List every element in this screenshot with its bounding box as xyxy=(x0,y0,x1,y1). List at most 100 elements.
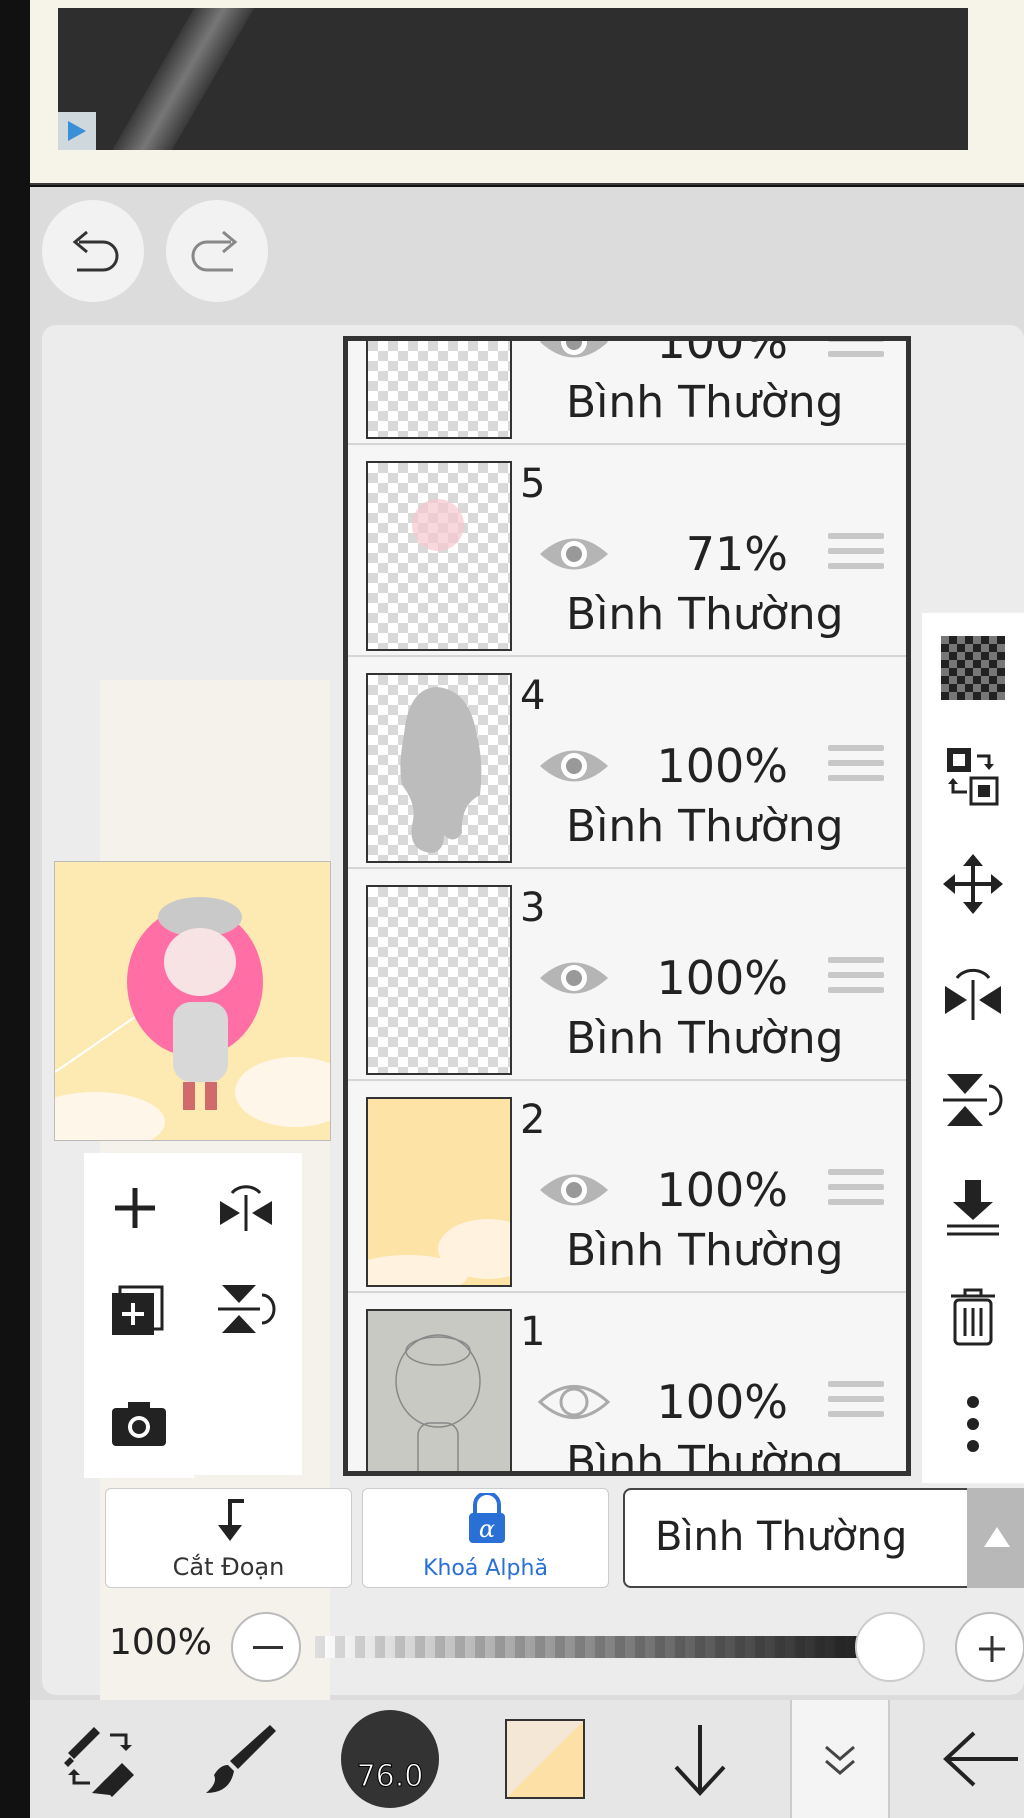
layer-opacity: 71% xyxy=(685,527,788,581)
layer-number: 2 xyxy=(520,1097,546,1143)
blend-mode-select[interactable]: Bình Thường xyxy=(623,1488,973,1588)
layer-drag-handle[interactable] xyxy=(828,1169,884,1214)
layer-row[interactable]: 5 71% Bình Thường xyxy=(348,447,906,657)
more-vertical-icon xyxy=(967,1396,979,1452)
brush-tool-button[interactable] xyxy=(190,1700,290,1818)
alpha-lock-icon: α xyxy=(469,1493,505,1543)
layer-thumbnail xyxy=(366,341,512,439)
layer-number: 4 xyxy=(520,673,546,719)
opacity-slider[interactable] xyxy=(315,1636,905,1658)
swap-layer-button[interactable] xyxy=(922,731,1024,821)
camera-icon xyxy=(112,1402,166,1446)
opacity-decrease-button[interactable] xyxy=(231,1612,301,1682)
flip-vertical-icon xyxy=(218,1285,276,1333)
arrow-down-icon xyxy=(674,1725,726,1796)
merge-down-button[interactable] xyxy=(922,1163,1024,1253)
ad-banner[interactable] xyxy=(58,8,968,150)
brush-icon xyxy=(206,1725,276,1793)
layer-opacity: 100% xyxy=(656,1163,788,1217)
preview-artwork xyxy=(55,862,330,1140)
undo-button[interactable] xyxy=(42,200,144,302)
layer-drag-handle[interactable] xyxy=(828,1381,884,1426)
layer-opacity: 100% xyxy=(656,1375,788,1429)
eye-icon[interactable] xyxy=(536,1163,612,1217)
redo-button[interactable] xyxy=(166,200,268,302)
collapse-panel-button[interactable] xyxy=(790,1700,890,1818)
clipping-button[interactable]: Cắt Đoạn xyxy=(105,1488,352,1588)
tool-swap-button[interactable] xyxy=(50,1700,150,1818)
transparent-fill-button[interactable] xyxy=(922,623,1024,713)
eye-icon[interactable] xyxy=(536,739,612,793)
eye-icon[interactable] xyxy=(536,336,612,369)
layer-number: 5 xyxy=(520,461,546,507)
flip-horizontal-layer-button[interactable] xyxy=(922,947,1024,1037)
opacity-slider-thumb[interactable] xyxy=(855,1612,925,1682)
layer-1-sketch xyxy=(395,1334,481,1471)
opacity-increase-button[interactable] xyxy=(955,1612,1024,1682)
eye-icon[interactable] xyxy=(536,527,612,581)
layer-drag-handle[interactable] xyxy=(828,341,884,366)
flip-horizontal-icon xyxy=(220,1185,272,1231)
eye-hidden-icon[interactable] xyxy=(536,1375,612,1429)
color-picker-button[interactable] xyxy=(495,1700,595,1818)
flip-vertical-icon xyxy=(943,1074,1003,1126)
layer-blend-mode: Bình Thường xyxy=(566,1225,844,1276)
layer-drag-handle[interactable] xyxy=(828,957,884,1002)
opacity-track xyxy=(315,1636,905,1658)
undo-icon xyxy=(72,230,119,272)
brush-size-value: 76.0 xyxy=(356,1759,424,1795)
layer-blend-mode: Bình Thường xyxy=(566,589,844,640)
camera-button[interactable] xyxy=(110,1398,168,1452)
layer-row[interactable]: 2 100% Bình Thường xyxy=(348,1083,906,1295)
clipping-label: Cắt Đoạn xyxy=(172,1553,285,1581)
opacity-value: 100% xyxy=(109,1622,212,1663)
double-chevron-down-icon xyxy=(825,1745,855,1775)
blend-mode-dropdown-button[interactable] xyxy=(967,1488,1024,1588)
layer-row[interactable]: 4 100% Bình Thường xyxy=(348,659,906,869)
clip-arrow-icon xyxy=(218,1499,244,1541)
arrow-left-icon xyxy=(942,1731,1018,1787)
layer-5-content xyxy=(412,499,464,551)
redo-icon xyxy=(191,230,238,272)
flip-vertical-layer-button[interactable] xyxy=(922,1055,1024,1145)
layer-blend-mode: Bình Thường xyxy=(566,801,844,852)
layer-row[interactable]: 100% Bình Thường xyxy=(348,336,906,445)
layer-blend-mode: Bình Thường xyxy=(566,377,844,428)
add-layer-copy-button[interactable] xyxy=(110,1283,166,1343)
back-button[interactable] xyxy=(935,1700,1024,1818)
add-layer-button[interactable] xyxy=(110,1183,160,1237)
eye-icon[interactable] xyxy=(536,951,612,1005)
move-button[interactable] xyxy=(922,839,1024,929)
main-toolbar: 76.0 xyxy=(30,1700,1024,1818)
layer-thumbnail xyxy=(366,885,512,1075)
plus-icon xyxy=(115,1188,155,1228)
opacity-row: 100% xyxy=(105,1600,1024,1686)
alpha-lock-button[interactable]: α Khoá Alphă xyxy=(362,1488,609,1588)
layer-thumbnail xyxy=(348,1097,538,1295)
layer-list[interactable]: 100% Bình Thường 5 71% Bình Thường 4 100… xyxy=(343,336,911,1476)
layer-thumbnail xyxy=(366,461,512,651)
brush-size-button[interactable]: 76.0 xyxy=(340,1700,440,1818)
flip-vertical-button[interactable] xyxy=(216,1279,276,1343)
layer-row[interactable]: 3 100% Bình Thường xyxy=(348,871,906,1081)
swap-layers-icon xyxy=(947,748,999,806)
more-options-button[interactable] xyxy=(922,1379,1024,1469)
trash-icon xyxy=(951,1288,995,1346)
layer-drag-handle[interactable] xyxy=(828,533,884,578)
ad-shine xyxy=(90,8,266,150)
canvas-preview[interactable] xyxy=(54,861,331,1141)
layer-number: 1 xyxy=(520,1309,546,1355)
layer-down-button[interactable] xyxy=(650,1700,750,1818)
ad-choices-icon[interactable] xyxy=(58,112,96,150)
flip-horizontal-button[interactable] xyxy=(216,1179,276,1239)
layer-thumbnail xyxy=(366,1309,512,1471)
layer-drag-handle[interactable] xyxy=(828,745,884,790)
blend-mode-value: Bình Thường xyxy=(655,1514,908,1560)
layer-opacity: 100% xyxy=(656,739,788,793)
minus-icon xyxy=(253,1646,283,1649)
delete-layer-button[interactable] xyxy=(922,1271,1024,1361)
triangle-up-icon xyxy=(984,1527,1010,1547)
add-layer-copy-icon xyxy=(112,1285,164,1335)
layer-row[interactable]: 1 100% Bình Thường xyxy=(348,1295,906,1471)
layer-4-content xyxy=(400,687,482,853)
